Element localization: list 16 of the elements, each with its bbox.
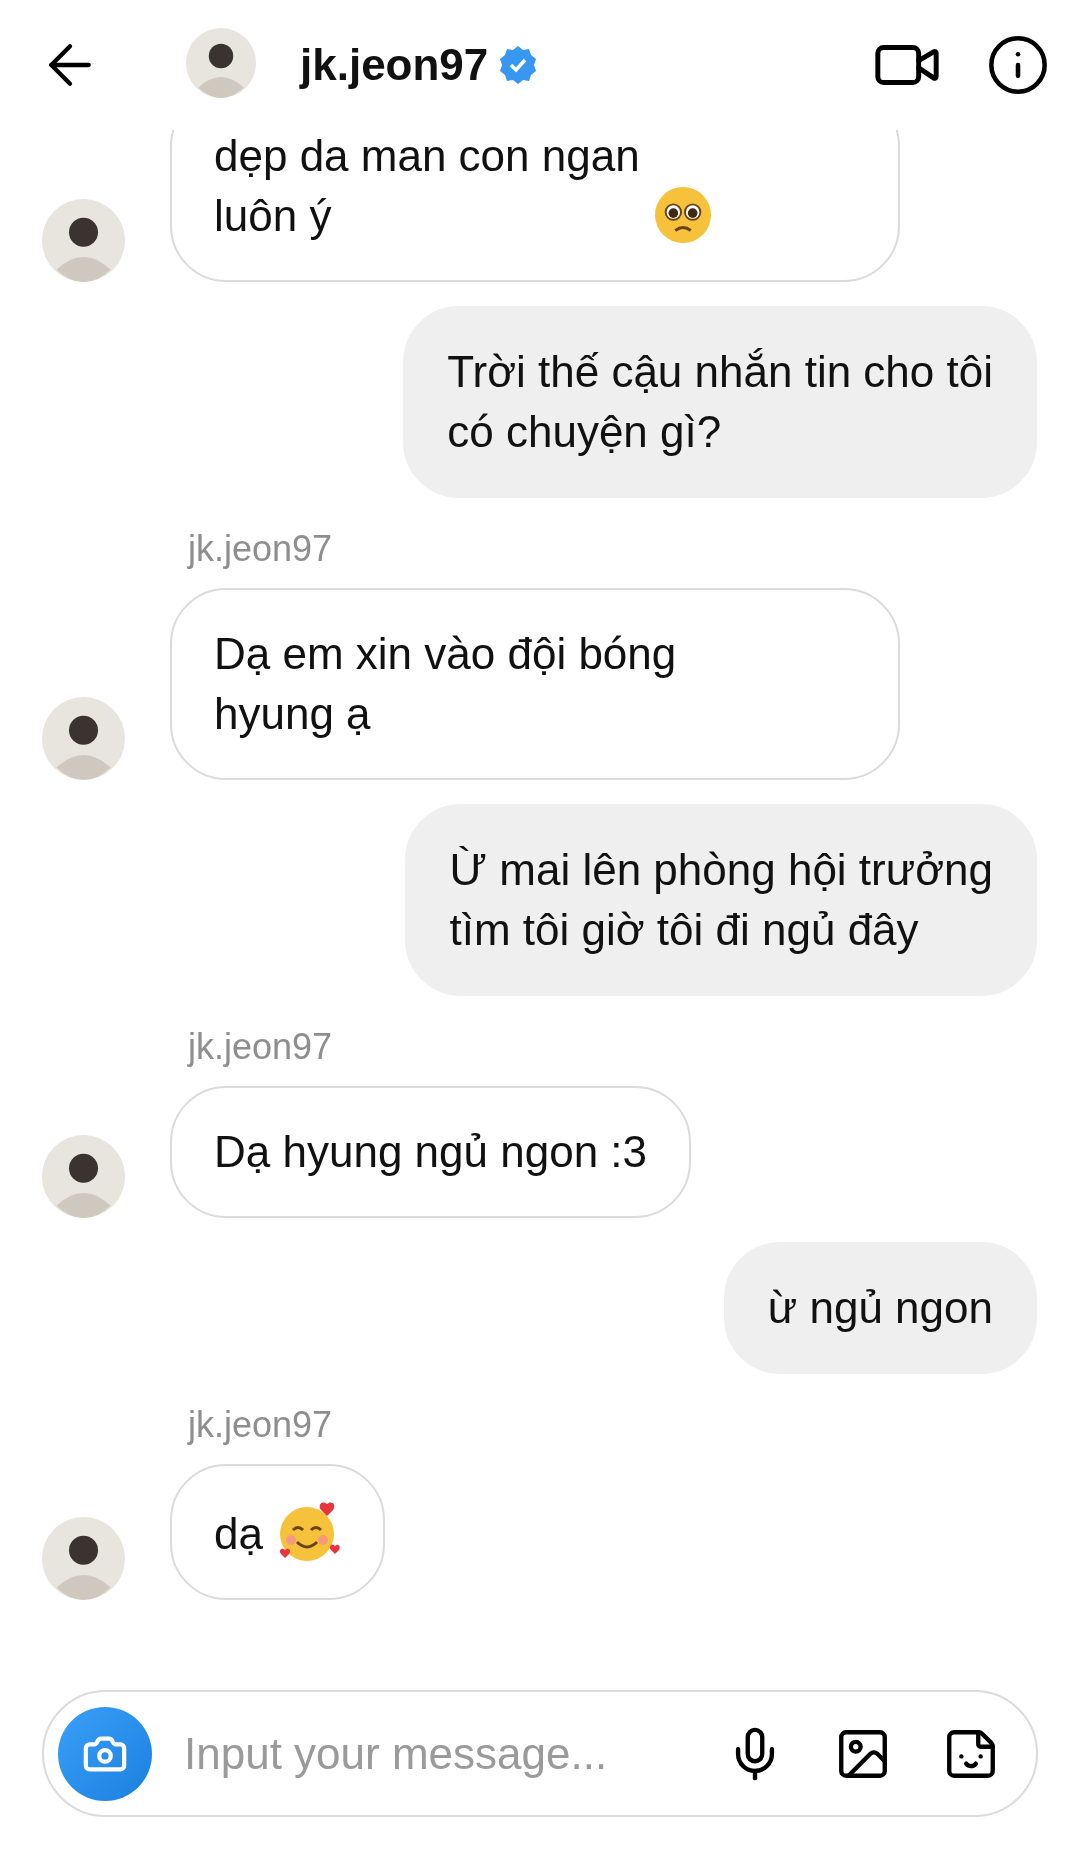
message-text: dạ — [214, 1508, 263, 1560]
message-text: Dạ hyung ngủ ngon :3 — [214, 1126, 648, 1178]
message-text: Ừ mai lên phòng hội trưởng tìm tôi giờ tôi đi ngủ đây — [449, 844, 993, 956]
username[interactable]: jk.jeon97 — [300, 40, 489, 90]
profile-avatar — [186, 28, 256, 98]
message-text: ừ ngủ ngon — [767, 1282, 993, 1334]
message-text: Dạ em xin vào đội bóng hyung ạ — [214, 628, 677, 740]
info-icon[interactable] — [986, 33, 1050, 97]
message-text: Trời thế cậu nhắn tin cho tôi có chuyện gì? — [447, 346, 993, 458]
message-composer[interactable]: Input your message... — [42, 1690, 1038, 1817]
message-text: dẹp da man con ngan luôn ý — [214, 130, 640, 242]
sender-name: jk.jeon97 — [188, 1404, 334, 1446]
pleading-face-emoji-icon — [653, 186, 712, 244]
sender-name: jk.jeon97 — [188, 1026, 334, 1068]
sender-name: jk.jeon97 — [188, 528, 334, 570]
camera-button[interactable] — [58, 1706, 152, 1801]
